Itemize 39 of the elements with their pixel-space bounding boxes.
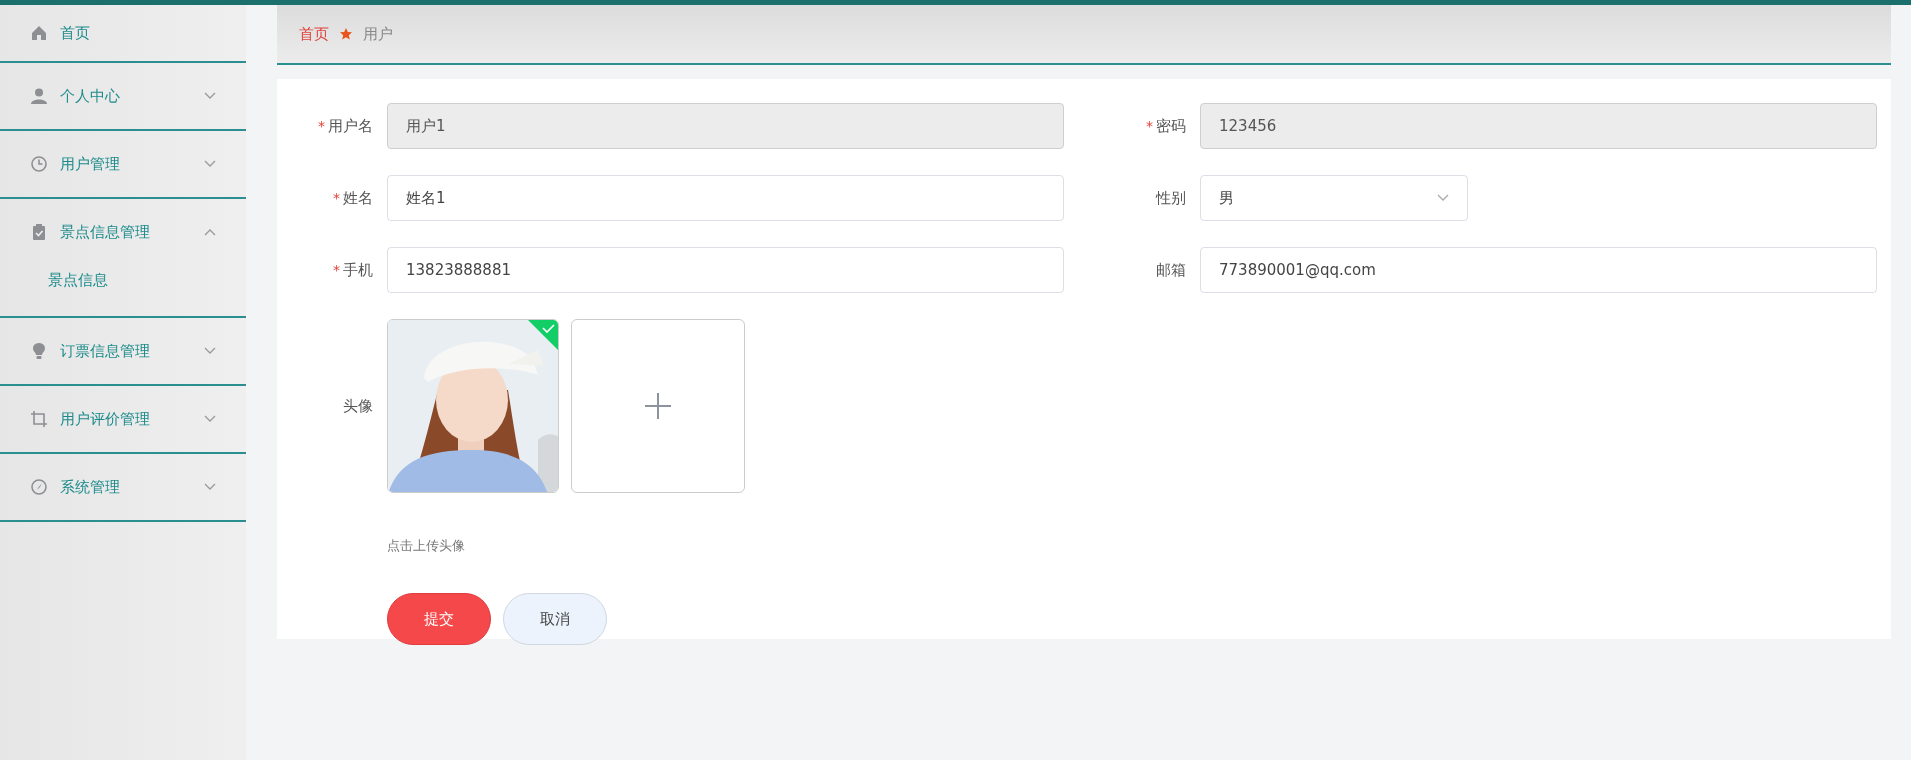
home-icon [30, 24, 48, 42]
required-mark: * [318, 117, 325, 134]
upload-hint: 点击上传头像 [387, 537, 465, 555]
field-label: 姓名 [343, 188, 373, 207]
clipboard-icon [30, 223, 48, 241]
sidebar-item[interactable]: 订票信息管理 [60, 341, 192, 361]
required-mark: * [1146, 117, 1153, 134]
required-mark: * [333, 189, 340, 206]
gender-select[interactable]: 男 [1200, 175, 1468, 221]
input-field[interactable]: 姓名1 [387, 175, 1064, 221]
required-mark: * [333, 261, 340, 278]
sidebar-item[interactable]: 首页 [60, 23, 216, 43]
sidebar-subitem[interactable]: 景点信息 [30, 265, 216, 316]
plus-icon [644, 392, 672, 420]
sidebar-item[interactable]: 系统管理 [60, 477, 192, 497]
sidebar-item[interactable]: 景点信息管理 [60, 222, 192, 242]
breadcrumb-item: 用户 [363, 24, 393, 44]
field-label: 头像 [342, 396, 374, 416]
submit-button[interactable]: 提交 [387, 593, 491, 645]
field-label: 密码 [1156, 116, 1186, 135]
clock-icon [30, 155, 48, 173]
upload-button[interactable] [571, 319, 745, 493]
input-field[interactable]: 13823888881 [387, 247, 1064, 293]
sidebar-item[interactable]: 用户管理 [60, 154, 192, 174]
field-label: 性别 [1156, 188, 1186, 207]
crop-icon [30, 410, 48, 428]
chevron-icon [1437, 194, 1449, 202]
cancel-button[interactable]: 取消 [503, 593, 607, 645]
breadcrumb-item[interactable]: 首页 [299, 24, 329, 44]
sidebar-item[interactable]: 个人中心 [60, 86, 192, 106]
field-label: 用户名 [328, 116, 373, 135]
sidebar-item[interactable]: 用户评价管理 [60, 409, 192, 429]
user-icon [30, 87, 48, 105]
field-label: 邮箱 [1156, 260, 1186, 279]
field-label: 手机 [343, 260, 373, 279]
bulb-icon [30, 342, 48, 360]
star-icon [339, 27, 353, 41]
compass-icon [30, 478, 48, 496]
input-field[interactable]: 773890001@qq.com [1200, 247, 1877, 293]
